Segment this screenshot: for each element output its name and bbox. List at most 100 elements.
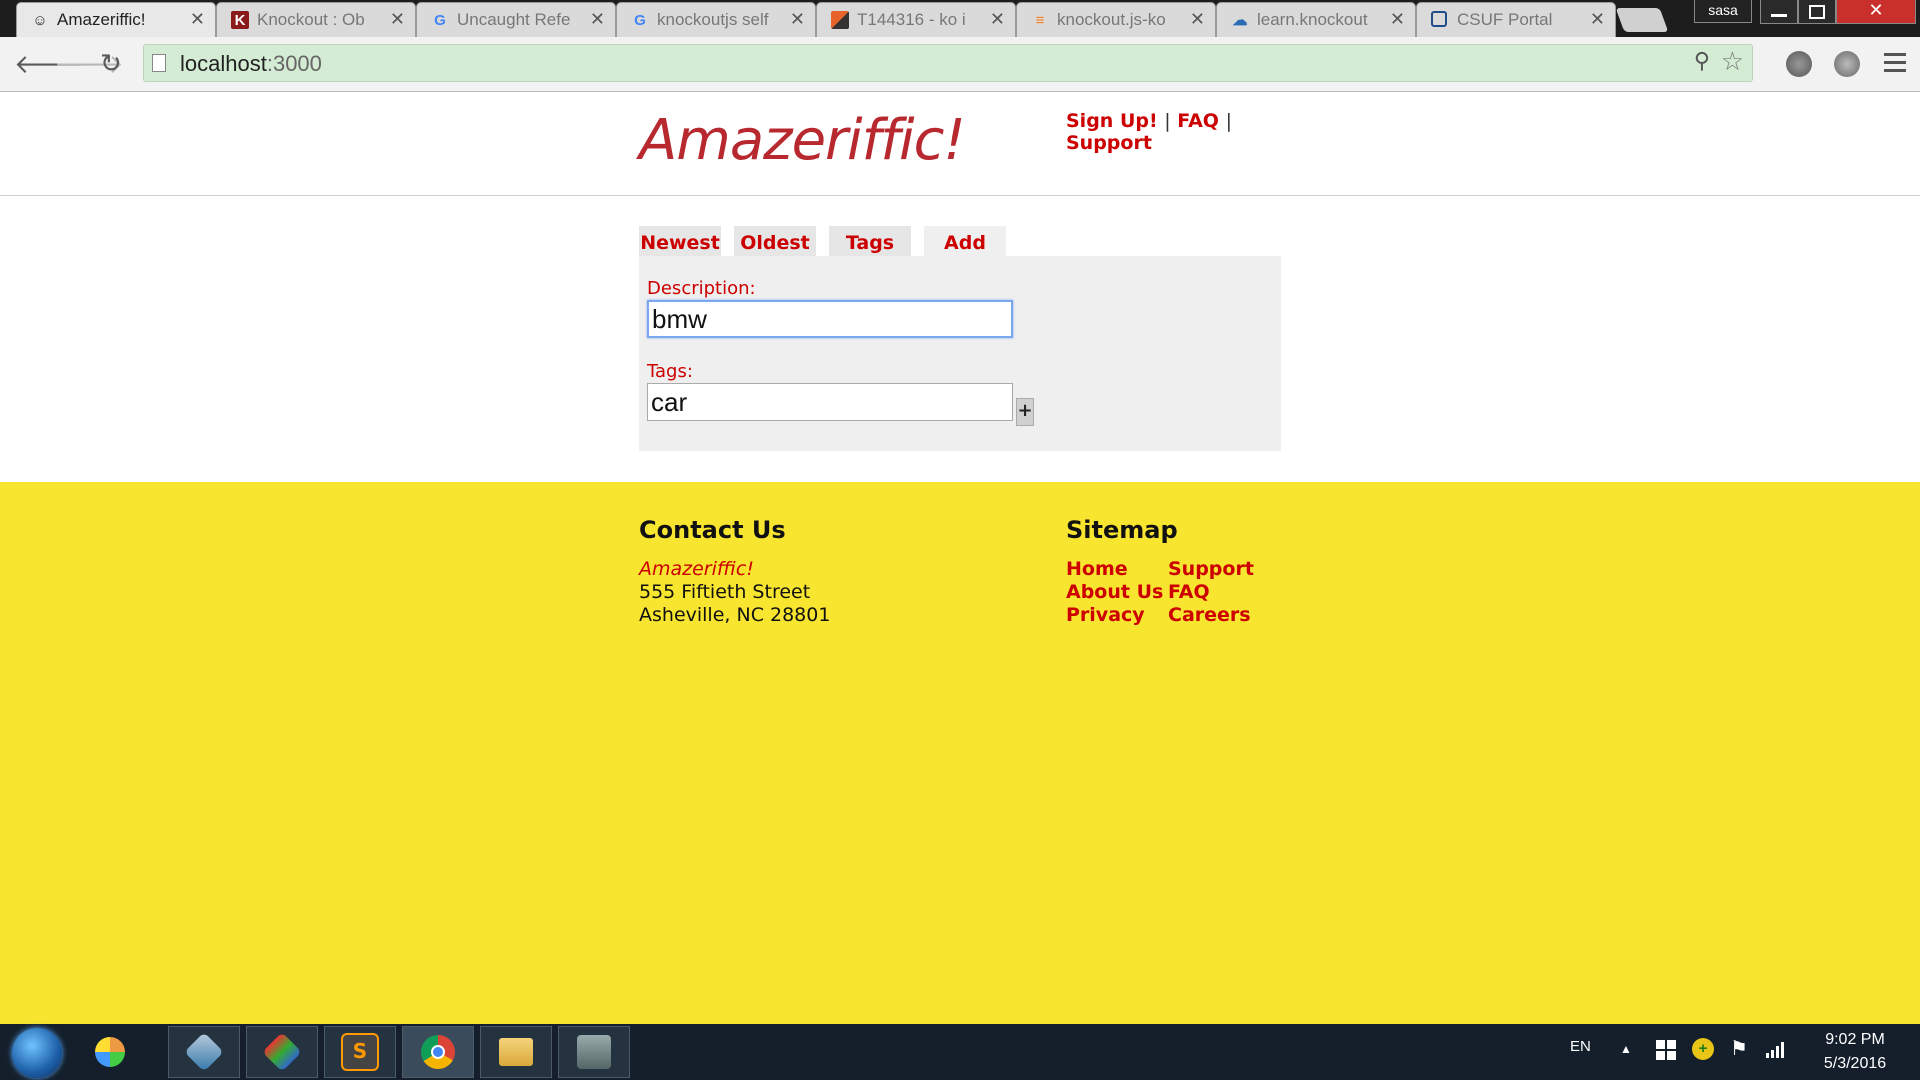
sitemap-faq-link[interactable]: FAQ [1168,581,1210,603]
sitemap-privacy-link[interactable]: Privacy [1066,604,1145,626]
clock-time: 9:02 PM [1825,1031,1885,1048]
close-tab-icon[interactable]: ✕ [790,9,805,30]
contact-city: Asheville, NC 28801 [639,604,831,626]
contact-street: 555 Fiftieth Street [639,581,811,603]
page-icon [152,54,166,72]
add-todo-panel: Description: Tags: + [639,256,1281,451]
browser-tab-learn-knockout[interactable]: ☁ learn.knockout ✕ [1216,2,1416,37]
close-tab-icon[interactable]: ✕ [390,9,405,30]
taskbar-chrome[interactable] [402,1026,474,1078]
stackoverflow-icon: ≡ [1035,11,1045,29]
taskbar-vpn-app[interactable] [558,1026,630,1078]
taskbar-git-app[interactable] [246,1026,318,1078]
clock-date: 5/3/2016 [1823,1055,1887,1072]
contact-brand: Amazeriffic! [639,558,754,580]
reload-icon[interactable]: ↻ [100,49,122,79]
faq-link[interactable]: FAQ [1177,110,1219,132]
close-tab-icon[interactable]: ✕ [990,9,1005,30]
action-center-flag-icon[interactable]: ⚑ [1730,1036,1748,1061]
folder-icon [499,1038,533,1066]
tab-title: T144316 - ko i [857,10,966,29]
contact-heading: Contact Us [639,516,786,544]
top-nav: Sign Up! | FAQ | Support [1066,110,1236,154]
virtualbox-icon [184,1032,224,1072]
url-text: localhost:3000 [180,51,322,76]
phabricator-icon [831,11,849,29]
tab-title: Uncaught Refe [457,10,571,29]
taskbar-file-explorer[interactable] [480,1026,552,1078]
taskbar-sublime-text[interactable]: S [324,1026,396,1078]
signup-link[interactable]: Sign Up! [1066,110,1158,132]
pinwheel-icon [95,1037,125,1067]
chrome-menu-icon[interactable] [1884,53,1906,77]
sitemap-support-link[interactable]: Support [1168,558,1254,580]
site-header: Amazeriffic! Sign Up! | FAQ | Support [0,92,1920,196]
bookmark-star-icon[interactable]: ☆ [1721,47,1744,77]
browser-tab-amazeriffic[interactable]: ☺ Amazeriffic! ✕ [16,2,216,37]
address-bar[interactable]: localhost:3000 ⚲ ☆ [143,44,1753,82]
tags-input[interactable] [647,383,1013,421]
browser-tab-knockoutjs-self[interactable]: G knockoutjs self ✕ [616,2,816,37]
sitemap-careers-link[interactable]: Careers [1168,604,1251,626]
new-tab-button[interactable] [1615,8,1669,32]
taskbar-pinwheel-app[interactable] [74,1026,146,1078]
browser-tab-t144316[interactable]: T144316 - ko i ✕ [816,2,1016,37]
language-indicator[interactable]: EN [1570,1038,1591,1055]
tab-title: Knockout : Ob [257,10,365,29]
extension-globe-icon[interactable] [1786,51,1812,77]
minimize-icon [1771,14,1787,17]
close-tab-icon[interactable]: ✕ [590,9,605,30]
knockout-icon: K [231,11,249,29]
google-icon: G [434,11,446,29]
system-clock[interactable]: 9:02 PM 5/3/2016 [1800,1028,1910,1076]
support-link[interactable]: Support [1066,132,1152,154]
smiley-icon: ☺ [32,11,48,29]
sitemap-about-link[interactable]: About Us [1066,581,1163,603]
nav-separator: | [1225,110,1232,132]
google-icon: G [634,11,646,29]
profile-badge[interactable]: sasa [1694,0,1752,23]
git-icon [262,1032,302,1072]
close-icon: ✕ [1868,0,1884,21]
add-tag-button[interactable]: + [1016,398,1034,426]
windows-flag-icon[interactable] [1656,1040,1676,1060]
tab-tags[interactable]: Tags [829,226,911,260]
close-window-button[interactable]: ✕ [1836,0,1916,24]
close-tab-icon[interactable]: ✕ [1590,9,1605,30]
close-tab-icon[interactable]: ✕ [1190,9,1205,30]
sitemap-home-link[interactable]: Home [1066,558,1128,580]
close-tab-icon[interactable]: ✕ [1390,9,1405,30]
browser-tab-csuf-portal[interactable]: CSUF Portal ✕ [1416,2,1616,37]
restore-icon [1809,5,1825,19]
description-input[interactable] [647,300,1013,338]
lock-icon [577,1035,611,1069]
browser-tab-knockout[interactable]: K Knockout : Ob ✕ [216,2,416,37]
nav-separator: | [1164,110,1171,132]
network-signal-icon[interactable] [1766,1040,1786,1062]
sublime-icon: S [341,1033,379,1071]
restore-button[interactable] [1798,0,1836,24]
site-logo[interactable]: Amazeriffic! [639,108,966,173]
browser-tab-knockout-js-ko[interactable]: ≡ knockout.js-ko ✕ [1016,2,1216,37]
tab-add[interactable]: Add [924,226,1006,260]
tab-newest[interactable]: Newest [639,226,721,260]
tags-label: Tags: [647,361,693,382]
windows-taskbar: S EN ▲ + ⚑ 9:02 PM 5/3/2016 [0,1024,1920,1080]
start-button[interactable] [12,1028,62,1078]
tab-title: learn.knockout [1257,10,1368,29]
zoom-icon[interactable]: ⚲ [1694,49,1710,74]
tab-oldest[interactable]: Oldest [734,226,816,260]
show-hidden-icons[interactable]: ▲ [1620,1042,1632,1056]
description-label: Description: [647,278,756,299]
browser-tab-uncaught[interactable]: G Uncaught Refe ✕ [416,2,616,37]
close-tab-icon[interactable]: ✕ [190,9,205,30]
site-footer: Contact Us Amazeriffic! 555 Fiftieth Str… [0,482,1920,1024]
portal-icon [1431,11,1447,27]
browser-tab-strip: ☺ Amazeriffic! ✕ K Knockout : Ob ✕ G Unc… [0,0,1920,37]
minimize-button[interactable] [1760,0,1798,24]
chrome-icon [421,1035,455,1069]
extension-elephant-icon[interactable] [1834,51,1860,77]
taskbar-virtualbox[interactable] [168,1026,240,1078]
update-plus-icon[interactable]: + [1692,1038,1714,1060]
tab-title: knockout.js-ko [1057,10,1166,29]
